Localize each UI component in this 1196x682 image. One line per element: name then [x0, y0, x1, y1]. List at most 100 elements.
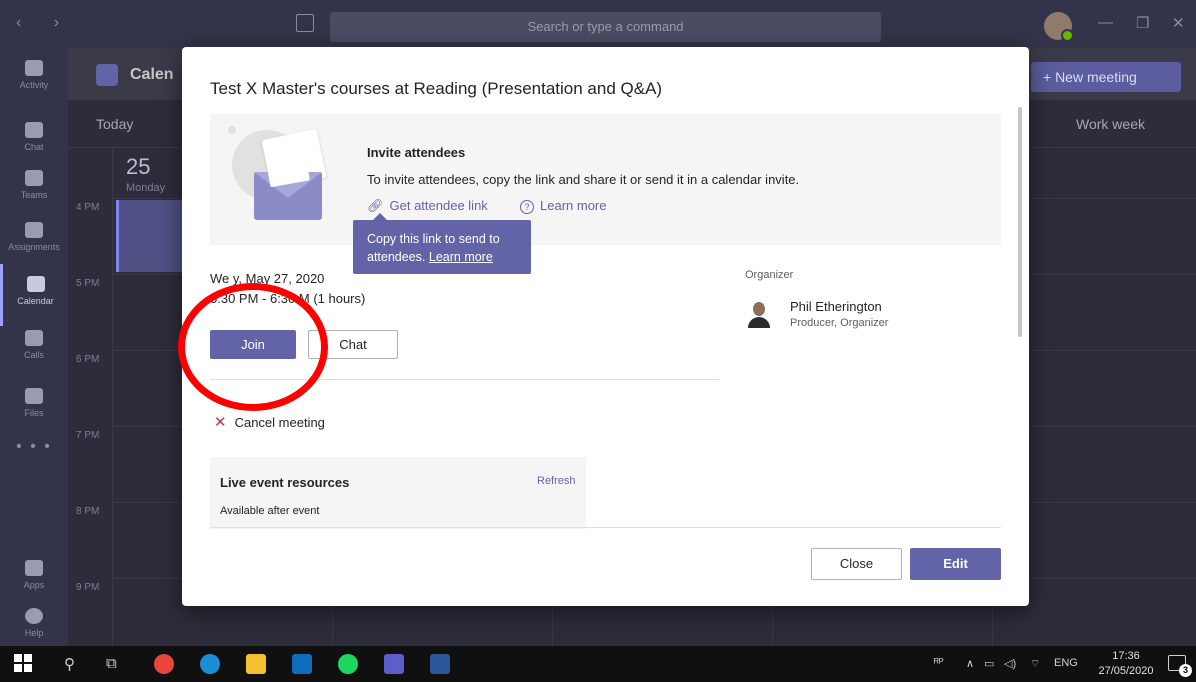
- organizer-label: Organizer: [745, 269, 794, 281]
- invite-attendees-panel: Invite attendees To invite attendees, co…: [210, 114, 1001, 245]
- notification-icon[interactable]: 3: [1168, 655, 1192, 677]
- search-input[interactable]: Search or type a command: [330, 12, 881, 42]
- rail-label: Teams: [20, 190, 48, 200]
- avatar-head: [753, 302, 765, 316]
- rail-item-calls[interactable]: Calls: [0, 318, 68, 380]
- battery-icon[interactable]: ▭: [984, 657, 994, 670]
- tooltip-learn-more-link[interactable]: Learn more: [429, 250, 493, 264]
- illustration-dot: [228, 126, 236, 134]
- compose-icon[interactable]: [296, 14, 314, 32]
- files-icon: [25, 388, 43, 404]
- windows-start-icon[interactable]: [14, 654, 34, 674]
- rail-label: Activity: [19, 80, 49, 90]
- calendar-event[interactable]: [116, 200, 182, 272]
- file-explorer-icon[interactable]: [246, 654, 266, 674]
- hour-label: 6 PM: [76, 354, 100, 365]
- cancel-meeting-button[interactable]: ✕ Cancel meeting: [214, 413, 325, 431]
- cancel-label: Cancel meeting: [234, 415, 325, 430]
- spotify-icon[interactable]: [338, 654, 358, 674]
- rail-item-calendar[interactable]: Calendar: [0, 264, 68, 326]
- link-icon: 🔗︎: [367, 198, 384, 213]
- volume-icon[interactable]: ◁): [1004, 657, 1016, 670]
- day-name: Monday: [126, 182, 166, 194]
- learn-more-link[interactable]: ? Learn more: [520, 198, 606, 214]
- assignments-icon: [25, 222, 43, 238]
- clock-time: 17:36: [1112, 650, 1140, 662]
- day-number: 25: [126, 154, 151, 179]
- minimize-button[interactable]: —: [1098, 14, 1113, 31]
- get-link-label: Get attendee link: [389, 198, 488, 213]
- red-annotation-circle: [178, 283, 328, 411]
- dialog-title: Test X Master's courses at Reading (Pres…: [210, 79, 663, 98]
- task-view-icon[interactable]: ⧉: [106, 655, 117, 672]
- calendar-icon: [96, 64, 118, 86]
- hour-label: 9 PM: [76, 582, 100, 593]
- hour-label: 8 PM: [76, 506, 100, 517]
- search-icon[interactable]: ⚲: [64, 655, 75, 673]
- close-window-button[interactable]: ✕: [1172, 14, 1185, 32]
- divider: [210, 527, 1001, 528]
- people-icon[interactable]: ᴿᴾ: [934, 657, 944, 669]
- apps-icon: [25, 560, 43, 576]
- left-rail: Activity Chat Teams Assignments Calendar…: [0, 48, 68, 646]
- live-event-resources: Live event resources Refresh Available a…: [210, 457, 586, 529]
- question-icon: ?: [520, 200, 534, 214]
- refresh-link[interactable]: Refresh: [537, 475, 576, 487]
- phone-icon: [25, 330, 43, 346]
- rail-label: Help: [24, 628, 44, 638]
- avatar-body: [748, 317, 770, 328]
- organizer-role: Producer, Organizer: [790, 317, 889, 329]
- organizer-name[interactable]: Phil Etherington: [790, 299, 882, 314]
- calendar-icon: [26, 276, 45, 292]
- hour-label: 4 PM: [76, 202, 100, 213]
- today-button[interactable]: Today: [96, 116, 133, 132]
- tooltip-text: attendees.: [367, 250, 426, 264]
- rail-label: Apps: [23, 580, 45, 590]
- edge-icon[interactable]: [200, 654, 220, 674]
- clock-date: 27/05/2020: [1098, 665, 1154, 677]
- learn-more-label: Learn more: [540, 198, 607, 213]
- hour-label: 5 PM: [76, 278, 100, 289]
- calendar-title: Calen: [130, 66, 174, 83]
- title-bar: ‹ › Search or type a command — ❐ ✕: [0, 0, 1196, 48]
- teams-app-icon[interactable]: [384, 654, 404, 674]
- invite-heading: Invite attendees: [367, 145, 466, 160]
- attendee-link-tooltip: Copy this link to send to attendees. Lea…: [353, 213, 531, 274]
- nav-arrows[interactable]: ‹ ›: [16, 14, 73, 32]
- user-avatar[interactable]: [1044, 12, 1074, 42]
- new-meeting-button[interactable]: + New meeting: [1031, 62, 1181, 92]
- rail-label: Calls: [23, 350, 44, 360]
- close-button[interactable]: Close: [811, 548, 902, 580]
- notification-count: 3: [1179, 664, 1192, 677]
- more-apps-button[interactable]: • • •: [0, 438, 68, 456]
- tray-chevron-icon[interactable]: ∧: [966, 657, 974, 670]
- get-attendee-link[interactable]: 🔗︎ Get attendee link: [367, 198, 488, 214]
- rail-label: Chat: [24, 142, 44, 152]
- live-resources-title: Live event resources: [220, 475, 350, 490]
- rail-item-activity[interactable]: Activity: [0, 48, 68, 110]
- hour-label: 7 PM: [76, 430, 100, 441]
- taskbar: ⚲ ⧉ ᴿᴾ ∧ ▭ ◁) ⌔ ENG 17:36 27/05/2020 3: [0, 646, 1196, 682]
- close-icon: ✕: [214, 414, 227, 431]
- teams-icon: [25, 170, 43, 186]
- clock[interactable]: 17:36 27/05/2020: [1096, 649, 1156, 679]
- wifi-icon[interactable]: ⌔: [1030, 657, 1040, 671]
- chrome-icon[interactable]: [154, 654, 174, 674]
- rail-item-assignments[interactable]: Assignments: [0, 210, 68, 272]
- tooltip-line: Copy this link to send to: [367, 232, 500, 246]
- rail-item-files[interactable]: Files: [0, 376, 68, 438]
- view-selector[interactable]: Work week: [1076, 116, 1145, 132]
- outlook-icon[interactable]: [292, 654, 312, 674]
- live-resources-subtitle: Available after event: [220, 505, 320, 517]
- chat-icon: [25, 122, 43, 138]
- grid-line: [112, 148, 113, 646]
- rail-label: Calendar: [17, 296, 54, 306]
- word-icon[interactable]: [430, 654, 450, 674]
- bell-icon: [25, 60, 43, 76]
- language-indicator[interactable]: ENG: [1054, 657, 1078, 669]
- organizer-avatar[interactable]: [748, 302, 770, 328]
- maximize-button[interactable]: ❐: [1136, 14, 1149, 32]
- edit-button[interactable]: Edit: [910, 548, 1001, 580]
- tooltip-line: attendees. Learn more: [367, 248, 517, 266]
- scrollbar[interactable]: [1018, 107, 1022, 337]
